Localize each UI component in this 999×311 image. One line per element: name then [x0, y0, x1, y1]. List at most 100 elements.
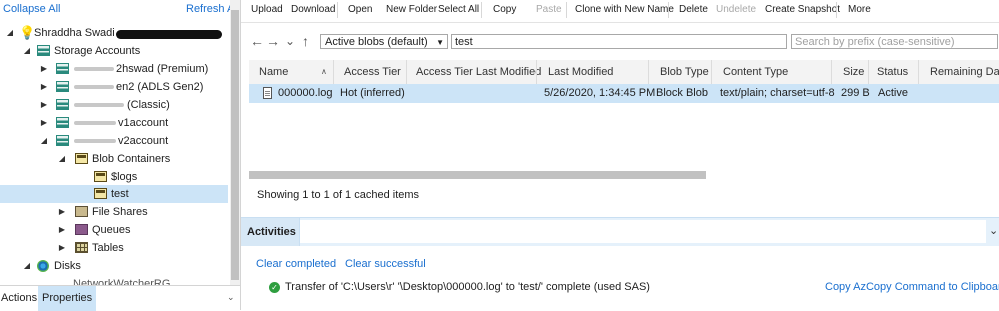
- expanded-arrow-icon[interactable]: ◢: [23, 42, 31, 60]
- column-divider[interactable]: [333, 60, 334, 84]
- column-header-size[interactable]: Size: [843, 60, 864, 84]
- table-icon: [75, 242, 88, 253]
- forward-arrow-icon[interactable]: →: [266, 33, 280, 49]
- tree-scrollbar-thumb[interactable]: [231, 10, 239, 280]
- tree-item-file-shares[interactable]: ▶ File Shares: [0, 203, 228, 221]
- tree-item-resource-group[interactable]: NetworkWatcherRG: [0, 275, 228, 285]
- column-header-access-tier-last-modified[interactable]: Access Tier Last Modified: [416, 60, 541, 84]
- column-header-content-type[interactable]: Content Type: [723, 60, 788, 84]
- activities-header[interactable]: Activities ⌄: [241, 217, 999, 246]
- toolbar-separator: [566, 2, 567, 18]
- collapse-all-link[interactable]: Collapse All: [3, 3, 60, 15]
- collapsed-arrow-icon[interactable]: ▶: [40, 96, 48, 114]
- view-select[interactable]: Active blobs (default) ▼: [320, 34, 448, 49]
- tab-actions[interactable]: Actions: [0, 286, 41, 311]
- activity-entry-text: Transfer of 'C:\Users\r' '\Desktop\00000…: [285, 281, 650, 293]
- copy-azcopy-command-link[interactable]: Copy AzCopy Command to Clipboard: [825, 281, 999, 293]
- create-snapshot-button[interactable]: Create Snapshot: [765, 0, 840, 20]
- column-divider[interactable]: [868, 60, 869, 84]
- activities-filter-field[interactable]: [300, 220, 986, 243]
- tree-item-label: (Classic): [127, 99, 170, 111]
- undelete-button[interactable]: Undelete: [716, 0, 756, 20]
- tree-item-label: NetworkWatcherRG: [73, 278, 171, 285]
- expanded-arrow-icon[interactable]: ◢: [40, 132, 48, 150]
- column-header-remaining-days[interactable]: Remaining Days: [930, 60, 999, 84]
- tree-item-container-test[interactable]: test: [0, 185, 228, 203]
- tree-item-storage-account[interactable]: ▶ (Classic): [0, 96, 228, 114]
- tree-item-tables[interactable]: ▶ Tables: [0, 239, 228, 257]
- storage-account-icon: [56, 117, 69, 128]
- toolbar-separator: [836, 2, 837, 18]
- collapsed-arrow-icon[interactable]: ▶: [40, 114, 48, 132]
- tree-item-label: Shraddha Swadi: [34, 27, 115, 39]
- up-arrow-icon[interactable]: ↑: [302, 33, 309, 49]
- explorer-pane: Collapse All Refresh All ◢ 💡 Shraddha Sw…: [0, 0, 241, 310]
- expanded-arrow-icon[interactable]: ◢: [58, 150, 66, 168]
- column-header-blob-type[interactable]: Blob Type: [660, 60, 709, 84]
- expanded-arrow-icon[interactable]: ◢: [6, 24, 14, 42]
- tab-properties[interactable]: Properties: [38, 286, 97, 311]
- open-button[interactable]: Open: [348, 0, 372, 20]
- delete-button[interactable]: Delete: [679, 0, 708, 20]
- panel-tabs: Actions Properties ⌄: [0, 285, 240, 311]
- column-header-access-tier[interactable]: Access Tier: [344, 60, 401, 84]
- disk-icon: [37, 260, 49, 272]
- tree-item-account[interactable]: ◢ 💡 Shraddha Swadi: [0, 24, 228, 42]
- paste-button[interactable]: Paste: [536, 0, 562, 20]
- collapsed-arrow-icon[interactable]: ▶: [58, 203, 66, 221]
- cell-status: Active: [878, 87, 908, 99]
- chevron-down-icon[interactable]: ⌄: [227, 292, 235, 303]
- column-divider[interactable]: [831, 60, 832, 84]
- collapsed-arrow-icon[interactable]: ▶: [58, 221, 66, 239]
- select-all-button[interactable]: Select All: [438, 0, 479, 20]
- back-arrow-icon[interactable]: ←: [250, 33, 264, 49]
- copy-button[interactable]: Copy: [493, 0, 516, 20]
- column-divider[interactable]: [406, 60, 407, 84]
- sort-ascending-icon[interactable]: ∧: [321, 60, 327, 84]
- column-header-status[interactable]: Status: [877, 60, 908, 84]
- upload-button[interactable]: Upload: [251, 0, 283, 20]
- column-divider[interactable]: [648, 60, 649, 84]
- chevron-down-icon[interactable]: ⌄: [989, 224, 998, 237]
- redaction-mark: [74, 103, 124, 107]
- path-field[interactable]: test: [451, 34, 787, 49]
- tree-item-storage-accounts[interactable]: ◢ Storage Accounts: [0, 42, 228, 60]
- tree-item-container-logs[interactable]: $logs: [0, 168, 228, 186]
- column-divider[interactable]: [536, 60, 537, 84]
- table-row[interactable]: 000000.log Hot (inferred) 5/26/2020, 1:3…: [249, 84, 999, 103]
- collapsed-arrow-icon[interactable]: ▶: [40, 60, 48, 78]
- tree-item-label: $logs: [111, 171, 138, 183]
- tree-item-label: 2hswad (Premium): [116, 63, 209, 75]
- cell-last-modified: 5/26/2020, 1:34:45 PM: [544, 87, 656, 99]
- clear-successful-link[interactable]: Clear successful: [345, 258, 426, 270]
- prefix-search-input[interactable]: Search by prefix (case-sensitive): [791, 34, 998, 49]
- tree-item-storage-account[interactable]: ▶ en2 (ADLS Gen2): [0, 78, 228, 96]
- tree-item-storage-account[interactable]: ◢ v2account: [0, 132, 228, 150]
- toolbar-separator: [668, 2, 669, 18]
- download-button[interactable]: Download: [291, 0, 335, 20]
- cell-content-type: text/plain; charset=utf-8: [720, 87, 835, 99]
- new-folder-button[interactable]: New Folder: [386, 0, 437, 20]
- tree-item-blob-containers[interactable]: ◢ Blob Containers: [0, 150, 228, 168]
- column-divider[interactable]: [918, 60, 919, 84]
- tree-item-storage-account[interactable]: ▶ 2hswad (Premium): [0, 60, 228, 78]
- queue-icon: [75, 224, 88, 235]
- grid-horizontal-scrollbar[interactable]: [249, 171, 706, 179]
- clear-completed-link[interactable]: Clear completed: [256, 258, 336, 270]
- tree-item-queues[interactable]: ▶ Queues: [0, 221, 228, 239]
- expanded-arrow-icon[interactable]: ◢: [23, 257, 31, 275]
- column-divider[interactable]: [711, 60, 712, 84]
- clone-button[interactable]: Clone with New Name: [575, 0, 674, 20]
- chevron-down-icon[interactable]: ⌄: [285, 33, 295, 49]
- toolbar: Upload Download Open New Folder Select A…: [241, 0, 999, 23]
- grid-status-text: Showing 1 to 1 of 1 cached items: [257, 189, 420, 201]
- column-header-last-modified[interactable]: Last Modified: [548, 60, 613, 84]
- collapsed-arrow-icon[interactable]: ▶: [40, 78, 48, 96]
- more-button[interactable]: More: [848, 0, 871, 20]
- collapsed-arrow-icon[interactable]: ▶: [58, 239, 66, 257]
- cell-name: 000000.log: [278, 87, 333, 99]
- tree-item-disks[interactable]: ◢ Disks: [0, 257, 228, 275]
- tree-item-storage-account[interactable]: ▶ v1account: [0, 114, 228, 132]
- column-header-name[interactable]: Name: [259, 60, 288, 84]
- redaction-mark: [74, 67, 114, 71]
